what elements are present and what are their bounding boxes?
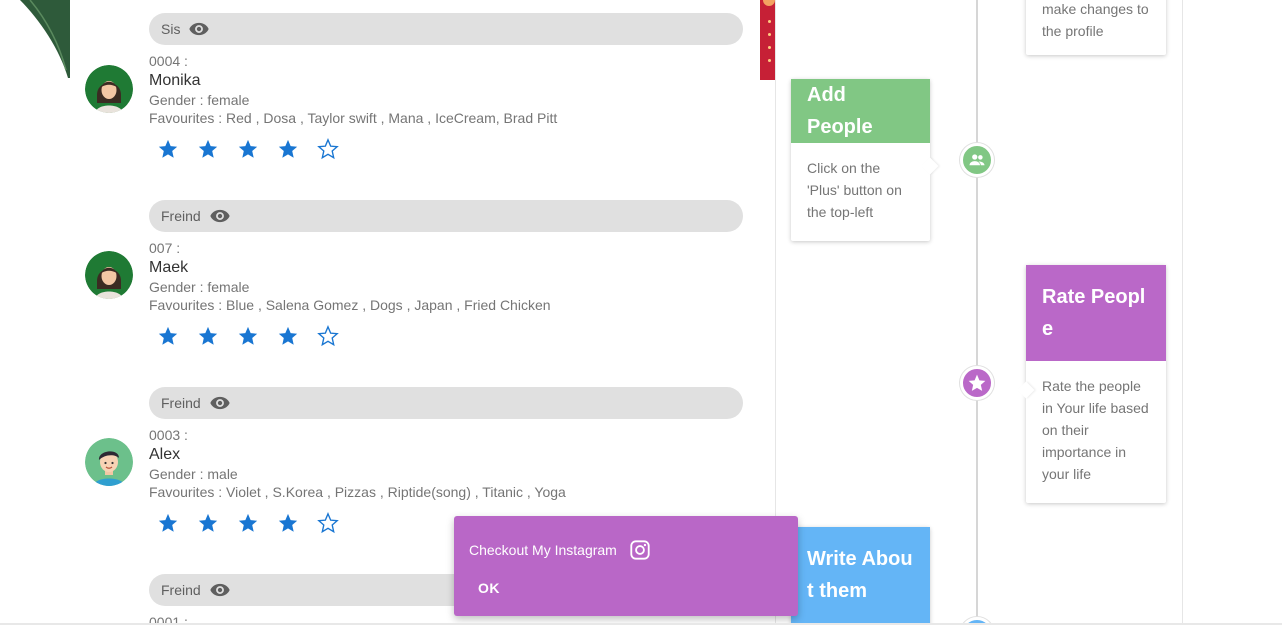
- star-filled-icon[interactable]: [157, 325, 179, 347]
- star-rating[interactable]: [157, 325, 339, 347]
- person-name: Monika: [149, 72, 201, 89]
- person-gender: Gender : male: [149, 466, 238, 482]
- instagram-icon[interactable]: [629, 539, 651, 561]
- star-filled-icon[interactable]: [277, 512, 299, 534]
- relation-label: Freind: [161, 395, 201, 411]
- card-title: Rate Peopl e: [1026, 265, 1166, 361]
- strip-dot: [768, 33, 771, 36]
- strip-dot: [768, 46, 771, 49]
- star-rating[interactable]: [157, 138, 339, 160]
- eye-icon[interactable]: [188, 22, 210, 36]
- instagram-snackbar: Checkout My Instagram OK: [454, 516, 798, 616]
- card-title: Write Abou t them: [791, 527, 930, 625]
- relation-label: Sis: [161, 21, 181, 37]
- snackbar-message-text: Checkout My Instagram: [469, 542, 617, 558]
- page: Sis 0004 : Monika Gender : female Favour…: [0, 0, 1282, 625]
- avatar: [85, 438, 133, 486]
- person-gender: Gender : female: [149, 279, 250, 295]
- card-title-text: Write Abou t them: [807, 548, 913, 602]
- card-body: Rate the people in Your life based on th…: [1042, 378, 1149, 482]
- star-outline-icon[interactable]: [317, 138, 339, 160]
- avatar: [85, 251, 133, 299]
- person-id: 007 :: [149, 240, 181, 256]
- male-avatar-icon: [85, 438, 133, 486]
- star-filled-icon[interactable]: [237, 325, 259, 347]
- star-icon: [968, 374, 986, 391]
- timeline-card-rate-people: Rate Peopl e Rate the people in Your lif…: [1026, 265, 1166, 503]
- strip-dot: [768, 20, 771, 23]
- eye-icon[interactable]: [209, 209, 231, 223]
- card-body: Click on the 'Plus' button on the top-le…: [807, 160, 902, 220]
- star-outline-icon[interactable]: [317, 512, 339, 534]
- eye-icon[interactable]: [209, 583, 231, 597]
- snackbar-ok-button[interactable]: OK: [468, 574, 510, 602]
- star-filled-icon[interactable]: [197, 325, 219, 347]
- star-filled-icon[interactable]: [237, 512, 259, 534]
- star-filled-icon[interactable]: [197, 512, 219, 534]
- relation-pill[interactable]: Freind: [149, 387, 743, 419]
- avatar: [85, 65, 133, 113]
- star-rating[interactable]: [157, 512, 339, 534]
- timeline-line: [976, 0, 978, 625]
- relation-pill[interactable]: Freind: [149, 200, 743, 232]
- star-filled-icon[interactable]: [277, 138, 299, 160]
- people-icon: [969, 154, 985, 166]
- person-favourites: Favourites : Blue , Salena Gomez , Dogs …: [149, 297, 551, 313]
- card-title: Add People: [791, 79, 930, 143]
- person-name: Maek: [149, 259, 189, 276]
- star-filled-icon[interactable]: [157, 138, 179, 160]
- person-name: Alex: [149, 446, 181, 463]
- timeline-node: [960, 143, 994, 177]
- female-avatar-icon: [85, 65, 133, 113]
- person-favourites: Favourites : Violet , S.Korea , Pizzas ,…: [149, 484, 566, 500]
- snackbar-message: Checkout My Instagram: [469, 539, 651, 561]
- star-filled-icon[interactable]: [237, 138, 259, 160]
- card-title-text: Rate Peopl e: [1042, 286, 1146, 340]
- timeline-card-write-about: Write Abou t them: [791, 527, 930, 625]
- eye-icon[interactable]: [209, 396, 231, 410]
- relation-pill[interactable]: Sis: [149, 13, 743, 45]
- relation-label: Freind: [161, 582, 201, 598]
- star-filled-icon[interactable]: [197, 138, 219, 160]
- person-gender: Gender : female: [149, 92, 250, 108]
- card-body: make changes to the profile: [1042, 1, 1149, 39]
- timeline-card-partial: make changes to the profile: [1026, 0, 1166, 55]
- strip-knob: [763, 0, 775, 6]
- star-filled-icon[interactable]: [277, 325, 299, 347]
- header-image-strip: [760, 0, 775, 80]
- relation-label: Freind: [161, 208, 201, 224]
- star-filled-icon[interactable]: [157, 512, 179, 534]
- person-id: 0004 :: [149, 53, 188, 69]
- female-avatar-icon: [85, 251, 133, 299]
- star-outline-icon[interactable]: [317, 325, 339, 347]
- timeline-card-add-people: Add People Click on the 'Plus' button on…: [791, 79, 930, 241]
- card-title-text: Add People: [807, 84, 873, 138]
- strip-dot: [768, 59, 771, 62]
- person-favourites: Favourites : Red , Dosa , Taylor swift ,…: [149, 110, 558, 126]
- timeline-node: [960, 366, 994, 400]
- person-id: 0003 :: [149, 427, 188, 443]
